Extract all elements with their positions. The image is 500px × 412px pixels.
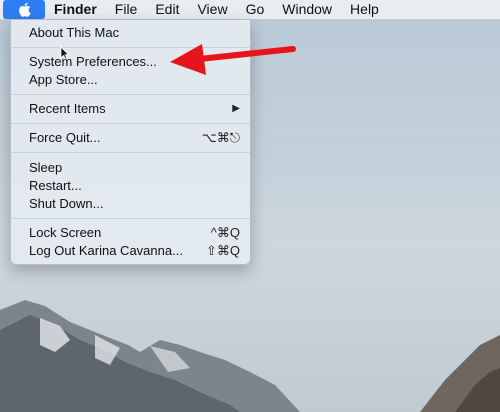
shortcut-force-quit: ⌥⌘⎋: [201, 130, 240, 145]
menu-separator: [11, 218, 250, 219]
menu-item-label: Force Quit...: [29, 130, 101, 145]
menu-separator: [11, 94, 250, 95]
menu-item-restart[interactable]: Restart...: [29, 177, 240, 195]
submenu-arrow-icon: ▶: [232, 103, 240, 114]
menu-item-log-out[interactable]: Log Out Karina Cavanna... ⇧⌘Q: [29, 242, 240, 260]
menu-item-label: Log Out Karina Cavanna...: [29, 243, 183, 258]
menubar-go[interactable]: Go: [237, 0, 274, 19]
mouse-cursor-icon: [60, 46, 70, 60]
shortcut-log-out: ⇧⌘Q: [205, 243, 240, 258]
menu-item-label: Restart...: [29, 178, 82, 193]
menu-item-label: App Store...: [29, 72, 98, 87]
apple-menu-button[interactable]: [3, 0, 45, 19]
menu-item-label: Recent Items: [29, 101, 106, 116]
menu-item-label: About This Mac: [29, 25, 120, 40]
menu-item-sleep[interactable]: Sleep: [29, 159, 240, 177]
menubar-finder[interactable]: Finder: [45, 0, 106, 19]
menu-separator: [11, 123, 250, 124]
menubar-window[interactable]: Window: [273, 0, 341, 19]
menu-item-shut-down[interactable]: Shut Down...: [29, 195, 240, 213]
menu-item-force-quit[interactable]: Force Quit... ⌥⌘⎋: [29, 129, 240, 147]
menubar-help[interactable]: Help: [341, 0, 388, 19]
apple-logo-icon: [18, 2, 31, 17]
menu-item-label: System Preferences...: [29, 54, 157, 69]
menubar-file[interactable]: File: [106, 0, 147, 19]
menu-item-label: Shut Down...: [29, 196, 104, 211]
red-arrow-icon: [170, 44, 296, 75]
menu-separator: [11, 152, 250, 153]
menubar-view[interactable]: View: [188, 0, 236, 19]
menu-item-label: Lock Screen: [29, 225, 102, 240]
menu-item-label: Sleep: [29, 160, 63, 175]
menu-bar: Finder File Edit View Go Window Help: [0, 0, 500, 20]
menu-item-lock-screen[interactable]: Lock Screen ^⌘Q: [29, 224, 240, 242]
menu-item-recent-items[interactable]: Recent Items ▶: [29, 100, 240, 118]
shortcut-lock-screen: ^⌘Q: [210, 225, 240, 240]
menubar-edit[interactable]: Edit: [146, 0, 188, 19]
